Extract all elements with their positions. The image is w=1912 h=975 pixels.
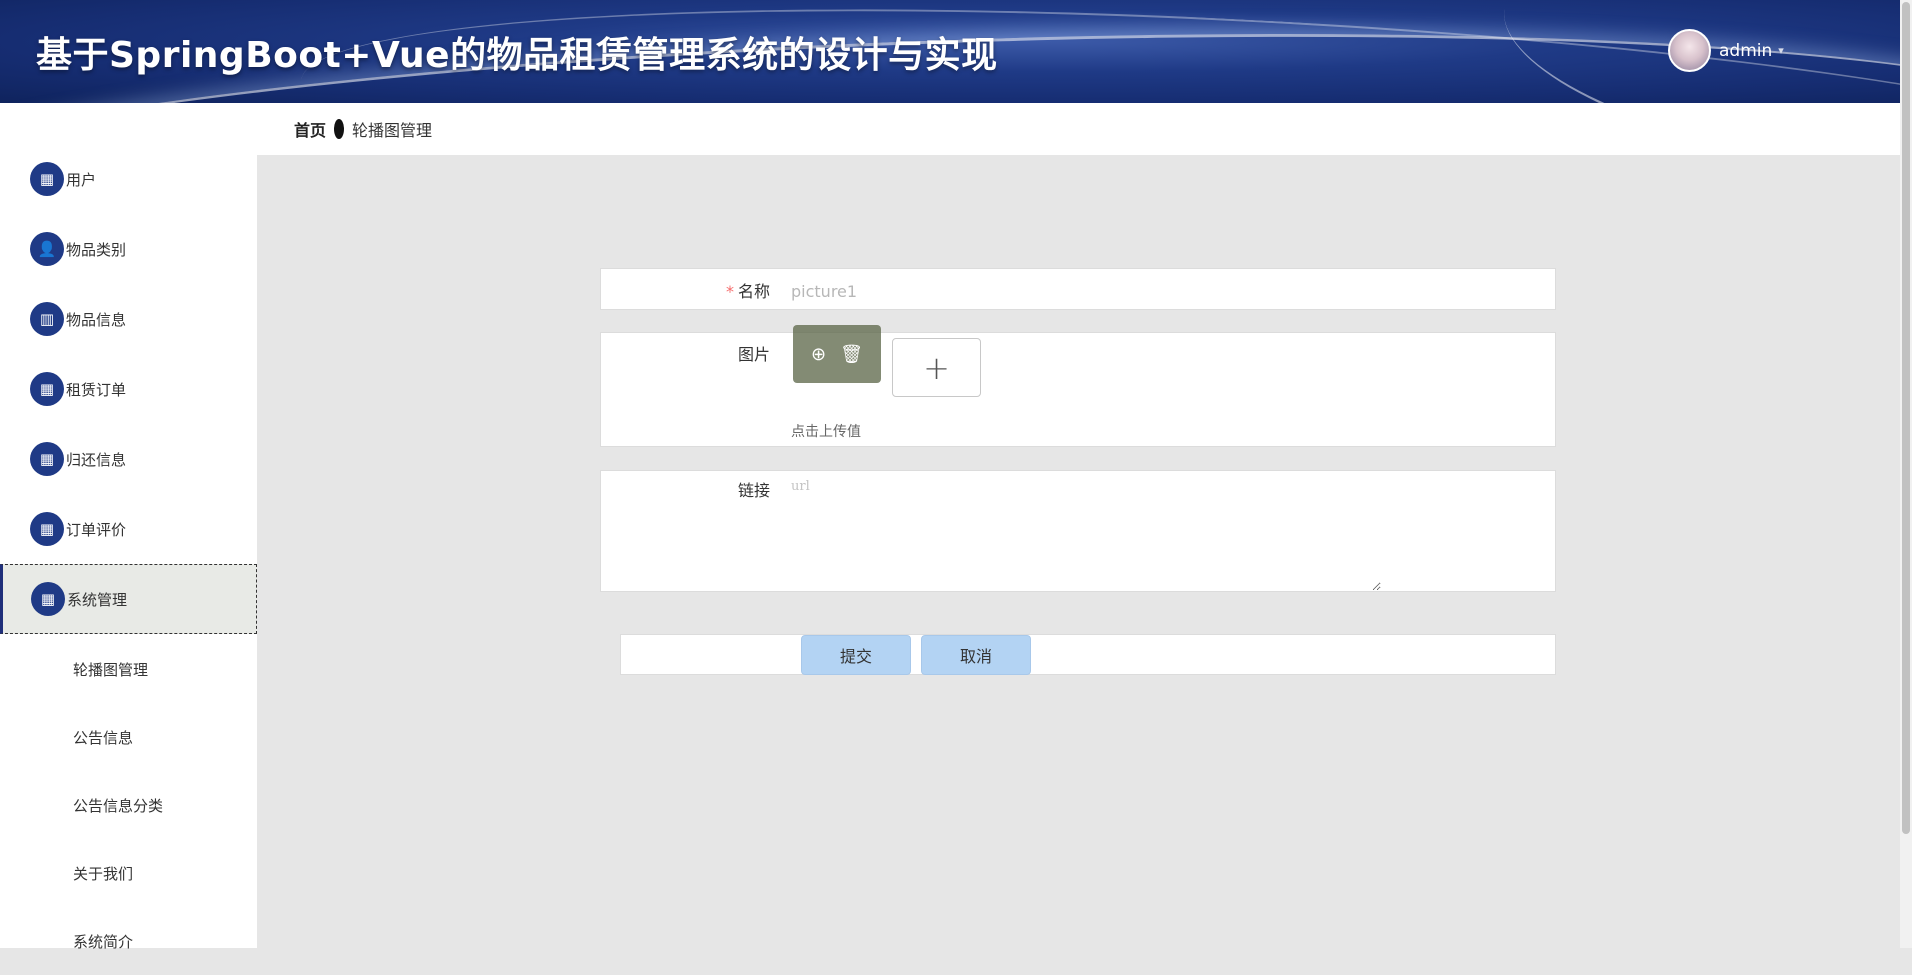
breadcrumb-home[interactable]: 首页: [294, 117, 326, 141]
grid-icon: ▦: [30, 442, 64, 476]
name-input[interactable]: [791, 279, 1531, 303]
breadcrumb-current: 轮播图管理: [352, 121, 433, 140]
submit-button[interactable]: 提交: [801, 635, 911, 675]
grid-icon: ▦: [30, 372, 64, 406]
user-menu[interactable]: admin ▾: [1668, 29, 1784, 72]
book-icon: ▥: [30, 302, 64, 336]
sidebar-item-rental-orders[interactable]: ▦ 租赁订单: [0, 354, 257, 424]
link-textarea[interactable]: [791, 479, 1381, 591]
sidebar-item-label: 用户: [66, 170, 97, 189]
cancel-button[interactable]: 取消: [921, 635, 1031, 675]
upload-hint: 点击上传值: [791, 424, 861, 440]
sidebar-item-system-management[interactable]: ▦ 系统管理: [0, 564, 257, 634]
sidebar-item-label: 归还信息: [66, 450, 127, 469]
sidebar-subitem-announcements[interactable]: 公告信息: [0, 703, 257, 771]
page-scrollbar[interactable]: [1900, 0, 1912, 948]
breadcrumb-separator: [334, 119, 345, 139]
form-row-image: 图片 ⊕ 🗑 + 点击上传值: [600, 325, 1556, 447]
link-label: 链接: [737, 481, 770, 500]
avatar[interactable]: [1668, 29, 1711, 72]
app-header: 基于SpringBoot+Vue的物品租赁管理系统的设计与实现 admin ▾: [0, 0, 1900, 103]
sidebar: ▦ 用户 👤 物品类别 ▥ 物品信息 ▦ 租赁订单 ▦ 归还信息 ▦ 订单评价 …: [0, 103, 257, 951]
scrollbar-thumb[interactable]: [1902, 2, 1910, 834]
username[interactable]: admin: [1719, 41, 1772, 61]
grid-icon: ▦: [30, 162, 64, 196]
breadcrumb: 首页 轮播图管理: [257, 103, 1900, 155]
app-title: 基于SpringBoot+Vue的物品租赁管理系统的设计与实现: [36, 35, 998, 76]
delete-icon[interactable]: 🗑: [840, 344, 863, 365]
upload-button[interactable]: +: [892, 338, 981, 397]
sidebar-item-return-info[interactable]: ▦ 归还信息: [0, 424, 257, 494]
name-label: * 名称: [726, 278, 770, 302]
sidebar-item-label: 订单评价: [66, 520, 127, 539]
sidebar-item-item-category[interactable]: 👤 物品类别: [0, 214, 257, 284]
person-icon: 👤: [30, 232, 64, 266]
zoom-in-icon[interactable]: ⊕: [811, 344, 826, 365]
grid-icon: ▦: [31, 582, 65, 616]
name-label-text: 名称: [737, 282, 770, 301]
caret-down-icon[interactable]: ▾: [1778, 44, 1784, 57]
sidebar-subitem-about-us[interactable]: 关于我们: [0, 839, 257, 907]
sidebar-subitem-carousel[interactable]: 轮播图管理: [0, 635, 257, 703]
sidebar-item-order-reviews[interactable]: ▦ 订单评价: [0, 494, 257, 564]
form-row-name: * 名称: [600, 268, 1556, 310]
sidebar-subitem-system-intro[interactable]: 系统简介: [0, 907, 257, 975]
sidebar-item-label: 物品信息: [66, 310, 127, 329]
sidebar-item-item-info[interactable]: ▥ 物品信息: [0, 284, 257, 354]
sidebar-item-label: 租赁订单: [66, 380, 127, 399]
sidebar-item-label: 物品类别: [66, 240, 127, 259]
sidebar-subitem-announcement-categories[interactable]: 公告信息分类: [0, 771, 257, 839]
uploaded-image-thumbnail[interactable]: ⊕ 🗑: [793, 325, 881, 383]
plus-icon: +: [923, 348, 950, 387]
form-row-link: 链接: [600, 470, 1556, 592]
image-label: 图片: [737, 345, 770, 364]
form-actions: 提交 取消: [620, 634, 1556, 675]
sidebar-item-label: 系统管理: [67, 590, 128, 609]
sidebar-item-user[interactable]: ▦ 用户: [0, 144, 257, 214]
required-mark: *: [725, 282, 734, 301]
grid-icon: ▦: [30, 512, 64, 546]
